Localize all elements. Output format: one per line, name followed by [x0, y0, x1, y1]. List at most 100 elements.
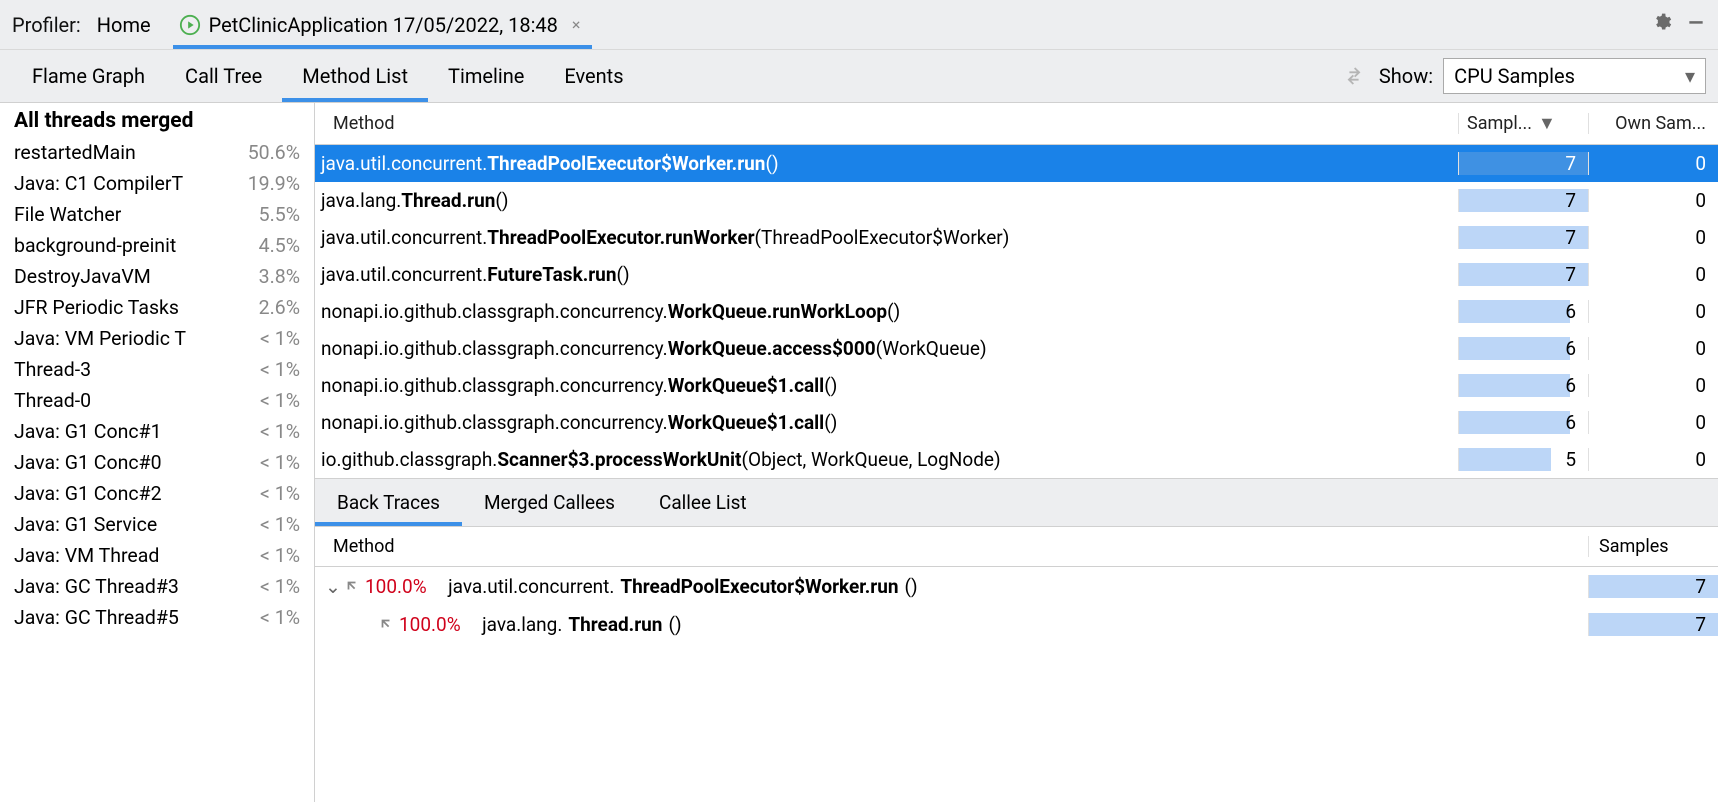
samples-cell: 6	[1458, 337, 1588, 360]
sidebar-item[interactable]: Java: VM Periodic T< 1%	[0, 323, 314, 354]
method-row[interactable]: nonapi.io.github.classgraph.concurrency.…	[315, 404, 1718, 441]
sidebar-item[interactable]: DestroyJavaVM 3.8%	[0, 261, 314, 292]
thread-pct: < 1%	[230, 327, 300, 350]
thread-name: Java: VM Thread	[14, 544, 159, 567]
thread-name: DestroyJavaVM	[14, 265, 151, 288]
arrow-upleft-icon	[345, 579, 359, 593]
method-row[interactable]: nonapi.io.github.classgraph.concurrency.…	[315, 330, 1718, 367]
close-tab-button[interactable]: ×	[572, 15, 581, 34]
sidebar-item[interactable]: Thread-0 < 1%	[0, 385, 314, 416]
bt-col-method[interactable]: Method	[315, 536, 1588, 557]
sidebar-header[interactable]: All threads merged	[0, 103, 314, 137]
sidebar-item[interactable]: Java: C1 CompilerT19.9%	[0, 168, 314, 199]
method-name: java.util.concurrent.ThreadPoolExecutor$…	[315, 152, 1458, 175]
own-samples-cell: 0	[1588, 374, 1718, 397]
method-name: io.github.classgraph.Scanner$3.processWo…	[315, 448, 1458, 471]
sidebar-item[interactable]: Java: G1 Service< 1%	[0, 509, 314, 540]
col-header-samples[interactable]: Sampl...▼	[1458, 113, 1588, 134]
col-header-method[interactable]: Method	[315, 113, 1458, 134]
sidebar-item[interactable]: Java: GC Thread#3< 1%	[0, 571, 314, 602]
tree-expander-icon[interactable]: ⌄	[325, 575, 339, 598]
backtrace-row[interactable]: 100.0% java.lang.Thread.run()7	[315, 605, 1718, 643]
samples-cell: 7	[1458, 189, 1588, 212]
thread-name: Thread-0	[14, 389, 91, 412]
method-name: nonapi.io.github.classgraph.concurrency.…	[315, 374, 1458, 397]
method-row[interactable]: java.lang.Thread.run()70	[315, 182, 1718, 219]
thread-pct: < 1%	[230, 451, 300, 474]
own-samples-cell: 0	[1588, 152, 1718, 175]
arrow-upleft-icon	[379, 617, 393, 631]
top-tab-bar: Profiler: Home PetClinicApplication 17/0…	[0, 0, 1718, 50]
own-samples-cell: 0	[1588, 411, 1718, 434]
sidebar-item[interactable]: background-preinit4.5%	[0, 230, 314, 261]
sidebar-item[interactable]: Thread-3< 1%	[0, 354, 314, 385]
lower-tab-callee-list[interactable]: Callee List	[637, 479, 769, 526]
sort-desc-icon: ▼	[1538, 113, 1556, 134]
own-samples-cell: 0	[1588, 337, 1718, 360]
home-tab[interactable]: Home	[97, 13, 151, 37]
thread-pct: < 1%	[230, 544, 300, 567]
backtrace-header: Method Samples	[315, 527, 1718, 567]
method-name: java.util.concurrent.FutureTask.run()	[315, 263, 1458, 286]
samples-cell: 7	[1458, 263, 1588, 286]
minimize-icon[interactable]	[1686, 12, 1706, 37]
lower-tab-merged-callees[interactable]: Merged Callees	[462, 479, 637, 526]
thread-pct: 3.8%	[230, 265, 300, 288]
view-tab-bar: Flame GraphCall TreeMethod ListTimelineE…	[0, 50, 1718, 103]
thread-name: Java: G1 Conc#0	[14, 451, 162, 474]
sidebar-item[interactable]: Java: G1 Conc#1< 1%	[0, 416, 314, 447]
own-samples-cell: 0	[1588, 448, 1718, 471]
show-label: Show:	[1379, 64, 1433, 88]
thread-pct: < 1%	[230, 389, 300, 412]
thread-name: Thread-3	[14, 358, 91, 381]
sidebar-item[interactable]: File Watcher5.5%	[0, 199, 314, 230]
method-row[interactable]: java.util.concurrent.ThreadPoolExecutor.…	[315, 219, 1718, 256]
sidebar-item[interactable]: Java: GC Thread#5< 1%	[0, 602, 314, 633]
thread-sidebar: All threads merged restartedMain50.6%Jav…	[0, 103, 315, 802]
method-row[interactable]: java.util.concurrent.ThreadPoolExecutor$…	[315, 145, 1718, 182]
thread-name: Java: G1 Service	[14, 513, 157, 536]
bt-col-samples[interactable]: Samples	[1588, 536, 1718, 557]
method-row[interactable]: java.util.concurrent.FutureTask.run()70	[315, 256, 1718, 293]
backtrace-samples: 7	[1588, 575, 1718, 598]
view-tab-events[interactable]: Events	[544, 50, 643, 102]
profiler-label: Profiler:	[12, 13, 81, 37]
chevron-down-icon: ▾	[1685, 64, 1695, 88]
thread-pct: 50.6%	[230, 141, 300, 164]
sidebar-item[interactable]: JFR Periodic Tasks 2.6%	[0, 292, 314, 323]
view-tab-call-tree[interactable]: Call Tree	[165, 50, 282, 102]
samples-cell: 7	[1458, 226, 1588, 249]
sidebar-item[interactable]: Java: G1 Conc#2< 1%	[0, 478, 314, 509]
sidebar-item[interactable]: restartedMain50.6%	[0, 137, 314, 168]
method-row[interactable]: nonapi.io.github.classgraph.concurrency.…	[315, 293, 1718, 330]
tree-expander-icon[interactable]	[359, 613, 373, 636]
lower-tab-back-traces[interactable]: Back Traces	[315, 479, 462, 526]
thread-name: File Watcher	[14, 203, 121, 226]
show-select[interactable]: CPU Samples ▾	[1443, 58, 1706, 94]
method-name: nonapi.io.github.classgraph.concurrency.…	[315, 337, 1458, 360]
thread-name: JFR Periodic Tasks	[14, 296, 179, 319]
session-tab-title: PetClinicApplication 17/05/2022, 18:48	[209, 13, 558, 37]
col-header-own[interactable]: Own Sam...	[1588, 113, 1718, 134]
thread-name: Java: GC Thread#5	[14, 606, 179, 629]
samples-cell: 6	[1458, 411, 1588, 434]
thread-pct: < 1%	[230, 575, 300, 598]
diff-icon[interactable]	[1343, 65, 1365, 87]
sidebar-item[interactable]: Java: G1 Conc#0 < 1%	[0, 447, 314, 478]
method-name: java.lang.Thread.run()	[315, 189, 1458, 212]
method-row[interactable]: nonapi.io.github.classgraph.concurrency.…	[315, 367, 1718, 404]
thread-name: Java: G1 Conc#1	[14, 420, 162, 443]
session-tab[interactable]: PetClinicApplication 17/05/2022, 18:48 ×	[173, 0, 593, 49]
backtrace-row[interactable]: ⌄100.0% java.util.concurrent.ThreadPoolE…	[315, 567, 1718, 605]
view-tab-timeline[interactable]: Timeline	[428, 50, 544, 102]
method-row[interactable]: io.github.classgraph.Scanner$3.processWo…	[315, 441, 1718, 478]
gear-icon[interactable]	[1652, 12, 1672, 37]
run-icon	[179, 14, 201, 36]
own-samples-cell: 0	[1588, 263, 1718, 286]
view-tab-flame-graph[interactable]: Flame Graph	[12, 50, 165, 102]
sidebar-item[interactable]: Java: VM Thread < 1%	[0, 540, 314, 571]
backtrace-samples: 7	[1588, 613, 1718, 636]
thread-pct: 2.6%	[230, 296, 300, 319]
samples-cell: 6	[1458, 300, 1588, 323]
view-tab-method-list[interactable]: Method List	[282, 50, 428, 102]
